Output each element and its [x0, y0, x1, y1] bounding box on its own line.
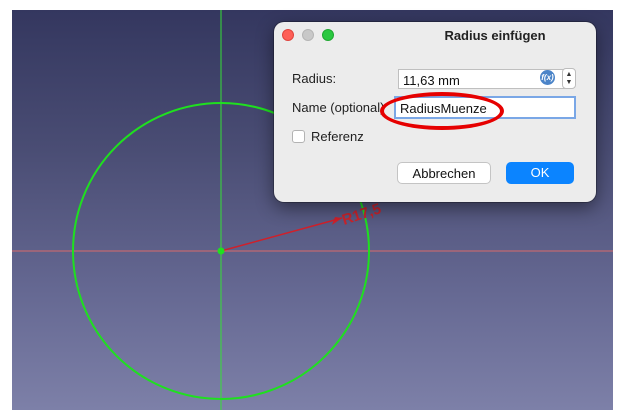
highlight-ellipse: [380, 92, 504, 130]
expression-icon[interactable]: f(x): [540, 70, 555, 85]
reference-checkbox[interactable]: [292, 130, 305, 143]
radius-stepper[interactable]: ▲ ▼: [562, 68, 576, 89]
radius-label: Radius:: [292, 71, 337, 86]
name-label: Name (optional): [292, 100, 385, 115]
title-bar[interactable]: Radius einfügen: [274, 22, 596, 48]
radius-dimension-line: [220, 217, 343, 252]
cancel-button[interactable]: Abbrechen: [397, 162, 491, 184]
dimension-arrow-icon: [332, 217, 342, 225]
stepper-down-icon[interactable]: ▼: [563, 78, 575, 87]
ok-button[interactable]: OK: [506, 162, 574, 184]
reference-label: Referenz: [311, 129, 364, 144]
dialog-title: Radius einfügen: [444, 28, 546, 43]
center-point[interactable]: [217, 247, 225, 255]
